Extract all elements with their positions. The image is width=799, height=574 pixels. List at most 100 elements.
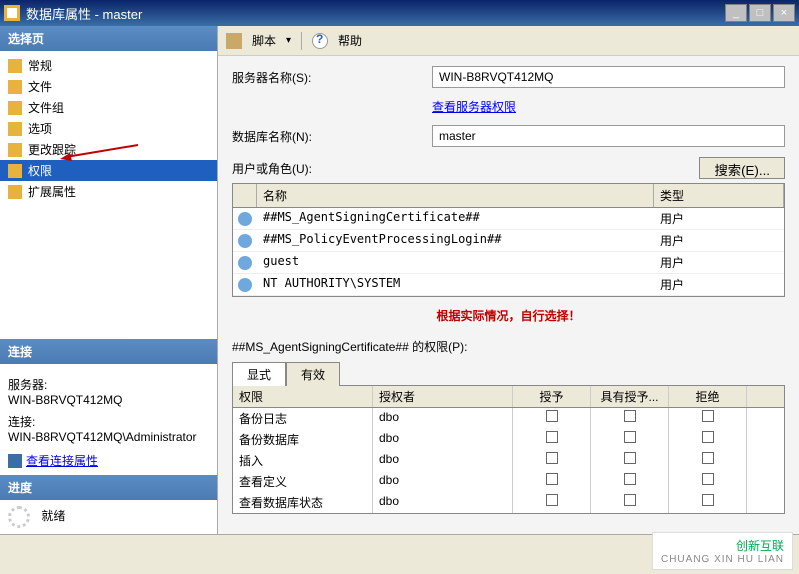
select-page-header: 选择页: [0, 26, 217, 51]
principals-grid: 名称 类型 ##MS_AgentSigningCertificate## 用户 …: [232, 183, 785, 297]
view-server-permission-link[interactable]: 查看服务器权限: [432, 98, 516, 115]
db-name-field: master: [432, 125, 785, 147]
page-options[interactable]: 选项: [0, 118, 217, 139]
spinner-icon: [8, 506, 30, 528]
page-label: 扩展属性: [28, 183, 76, 200]
page-label: 常规: [28, 57, 52, 74]
page-icon: [8, 80, 22, 94]
grant-checkbox[interactable]: [546, 410, 558, 422]
withgrant-checkbox[interactable]: [624, 494, 636, 506]
page-icon: [8, 185, 22, 199]
server-label: 服务器:: [8, 376, 209, 393]
col-type[interactable]: 类型: [654, 184, 784, 207]
table-row[interactable]: NT AUTHORITY\SYSTEM 用户: [233, 274, 784, 296]
col-icon[interactable]: [233, 184, 257, 207]
cell-type: 用户: [654, 274, 784, 295]
user-icon: [238, 212, 252, 226]
deny-checkbox[interactable]: [702, 494, 714, 506]
grant-checkbox[interactable]: [546, 431, 558, 443]
page-permissions[interactable]: 权限: [0, 160, 217, 181]
app-icon: [4, 5, 20, 21]
page-label: 选项: [28, 120, 52, 137]
col-grantor[interactable]: 授权者: [373, 386, 513, 407]
progress-header: 进度: [0, 475, 217, 500]
cell-type: 用户: [654, 208, 784, 229]
perm-row[interactable]: 备份日志 dbo: [233, 408, 784, 429]
cell-perm: 查看数据库状态: [233, 492, 373, 513]
cell-perm: 备份日志: [233, 408, 373, 429]
conn-label: 连接:: [8, 413, 209, 430]
progress-status: 就绪: [41, 509, 65, 523]
close-button[interactable]: ×: [773, 4, 795, 22]
grant-checkbox[interactable]: [546, 473, 558, 485]
col-name[interactable]: 名称: [257, 184, 654, 207]
watermark-brand: 创新互联: [736, 537, 784, 554]
cell-perm: 插入: [233, 450, 373, 471]
withgrant-checkbox[interactable]: [624, 452, 636, 464]
help-icon: [312, 33, 328, 49]
script-icon: [226, 33, 242, 49]
col-grant[interactable]: 授予: [513, 386, 591, 407]
watermark: 创新互联 CHUANG XIN HU LIAN: [652, 532, 793, 570]
withgrant-checkbox[interactable]: [624, 410, 636, 422]
user-icon: [238, 256, 252, 270]
user-icon: [238, 234, 252, 248]
watermark-sub: CHUANG XIN HU LIAN: [661, 554, 784, 565]
separator: [301, 32, 302, 50]
perm-tabs: 显式 有效: [232, 361, 785, 386]
users-label: 用户或角色(U):: [232, 160, 699, 177]
page-label: 文件组: [28, 99, 64, 116]
progress-area: 就绪: [0, 500, 217, 534]
minimize-button[interactable]: _: [725, 4, 747, 22]
col-deny[interactable]: 拒绝: [669, 386, 747, 407]
window-controls: _ □ ×: [725, 4, 795, 22]
cell-name: guest: [257, 252, 654, 273]
annotation-arrow-icon: [60, 143, 140, 163]
annotation-notice: 根据实际情况，自行选择！: [232, 297, 785, 334]
grant-checkbox[interactable]: [546, 452, 558, 464]
grant-checkbox[interactable]: [546, 494, 558, 506]
link-icon: [8, 454, 22, 468]
deny-checkbox[interactable]: [702, 473, 714, 485]
perm-row[interactable]: 查看数据库状态 dbo: [233, 492, 784, 513]
dropdown-icon[interactable]: ▾: [286, 35, 291, 46]
deny-checkbox[interactable]: [702, 410, 714, 422]
help-button[interactable]: 帮助: [338, 32, 362, 49]
server-name-field: WIN-B8RVQT412MQ: [432, 66, 785, 88]
perm-section-label: ##MS_AgentSigningCertificate## 的权限(P):: [232, 338, 785, 355]
content-body: 服务器名称(S): WIN-B8RVQT412MQ 查看服务器权限 数据库名称(…: [218, 56, 799, 534]
withgrant-checkbox[interactable]: [624, 431, 636, 443]
page-list: 常规 文件 文件组 选项 更改跟踪 权限 扩展属性: [0, 51, 217, 206]
connection-info: 服务器: WIN-B8RVQT412MQ 连接: WIN-B8RVQT412MQ…: [0, 364, 217, 475]
deny-checkbox[interactable]: [702, 431, 714, 443]
page-files[interactable]: 文件: [0, 76, 217, 97]
maximize-button[interactable]: □: [749, 4, 771, 22]
cell-grantor: dbo: [373, 450, 513, 471]
link-text: 查看连接属性: [26, 452, 98, 469]
script-button[interactable]: 脚本: [252, 32, 276, 49]
page-extended-props[interactable]: 扩展属性: [0, 181, 217, 202]
search-button[interactable]: 搜索(E)...: [699, 157, 785, 179]
connection-header: 连接: [0, 339, 217, 364]
tab-effective[interactable]: 有效: [286, 362, 340, 386]
table-row[interactable]: guest 用户: [233, 252, 784, 274]
col-permission[interactable]: 权限: [233, 386, 373, 407]
cell-type: 用户: [654, 230, 784, 251]
left-pane: 选择页 常规 文件 文件组 选项 更改跟踪 权限 扩展属性 连接 服务器: WI…: [0, 26, 218, 534]
deny-checkbox[interactable]: [702, 452, 714, 464]
withgrant-checkbox[interactable]: [624, 473, 636, 485]
table-row[interactable]: ##MS_PolicyEventProcessingLogin## 用户: [233, 230, 784, 252]
view-connection-link[interactable]: 查看连接属性: [8, 452, 209, 469]
permissions-grid: 权限 授权者 授予 具有授予... 拒绝 备份日志 dbo 备份数据库 dbo: [232, 386, 785, 514]
perm-row[interactable]: 查看定义 dbo: [233, 471, 784, 492]
page-general[interactable]: 常规: [0, 55, 217, 76]
page-label: 文件: [28, 78, 52, 95]
perm-row[interactable]: 插入 dbo: [233, 450, 784, 471]
cell-perm: 备份数据库: [233, 429, 373, 450]
cell-grantor: dbo: [373, 492, 513, 513]
table-row[interactable]: ##MS_AgentSigningCertificate## 用户: [233, 208, 784, 230]
perm-row[interactable]: 备份数据库 dbo: [233, 429, 784, 450]
tab-explicit[interactable]: 显式: [232, 362, 286, 386]
cell-name: ##MS_PolicyEventProcessingLogin##: [257, 230, 654, 251]
page-filegroups[interactable]: 文件组: [0, 97, 217, 118]
